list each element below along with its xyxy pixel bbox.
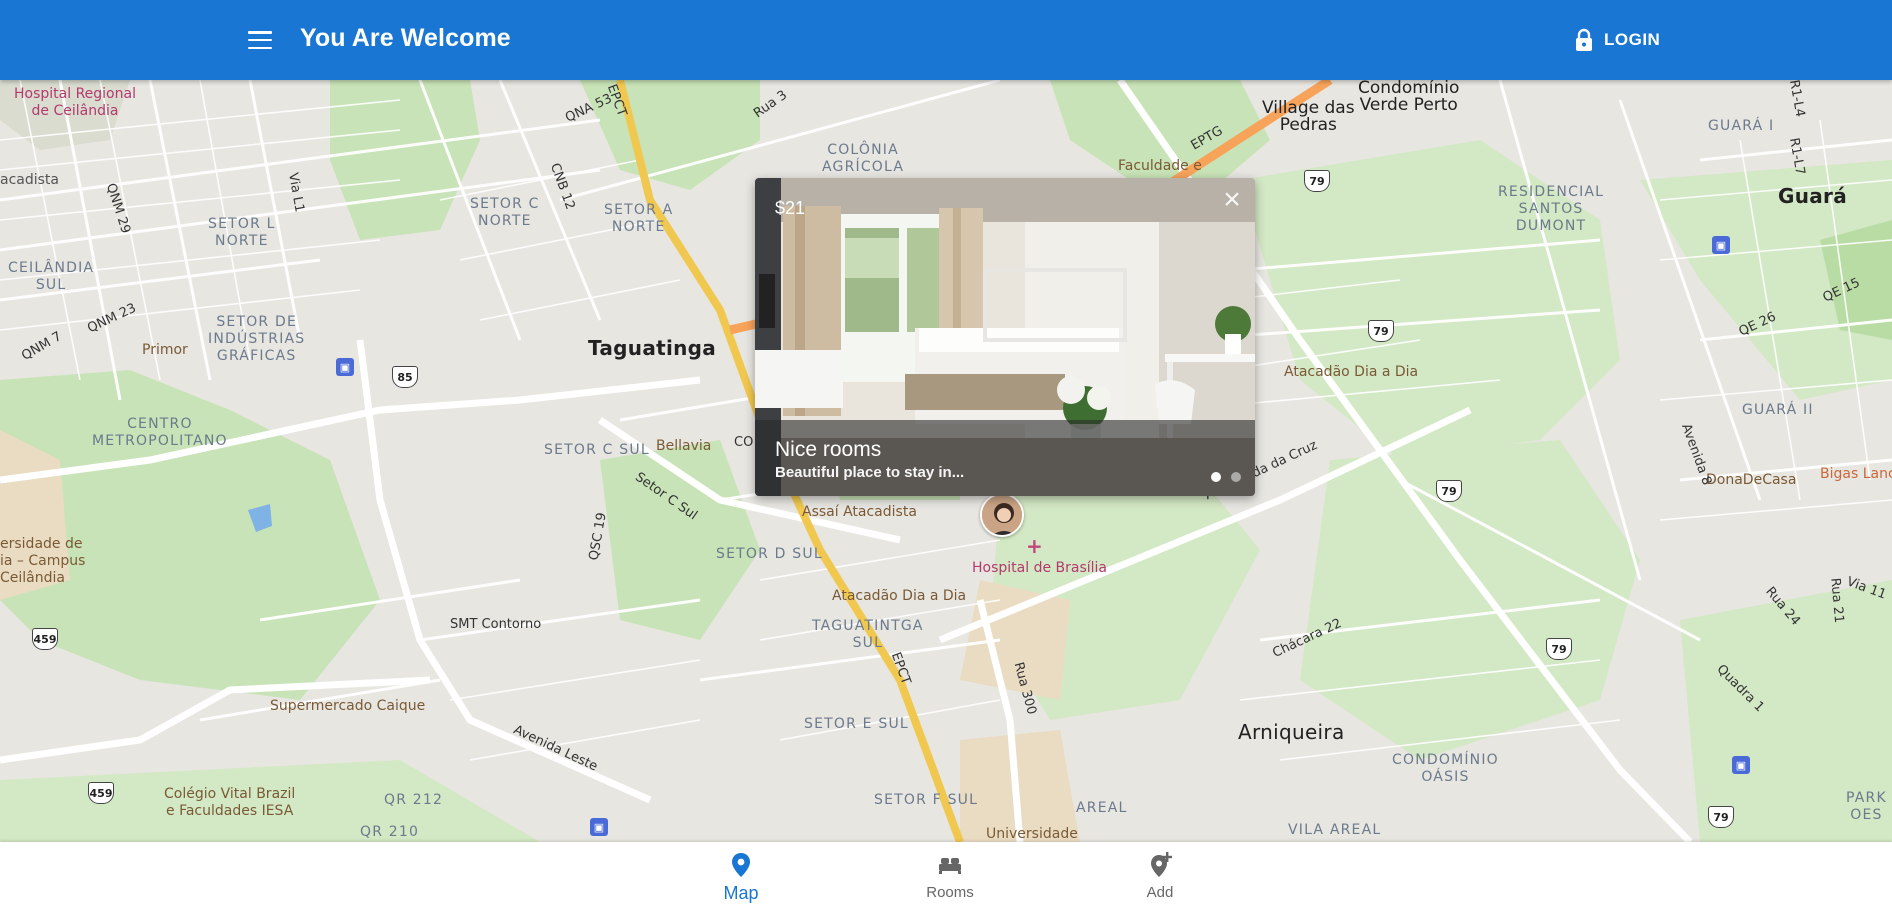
bus-stop-icon: ▣ bbox=[590, 818, 608, 836]
nav-map-label: Map bbox=[723, 883, 759, 903]
add-location-icon bbox=[1151, 852, 1172, 877]
map-label: Taguatinga bbox=[588, 336, 717, 360]
map-label: Hospital de Brasília bbox=[972, 560, 1108, 576]
bottom-navigation: Map Rooms Add bbox=[0, 842, 1892, 906]
route-shield: 79 bbox=[1436, 480, 1462, 502]
map-label: CONDOMÍNIO OÁSIS bbox=[1392, 752, 1499, 785]
map-label: PARK OES bbox=[1846, 790, 1887, 823]
listing-title: Nice rooms bbox=[775, 438, 882, 461]
map-label: Colégio Vital Brazil e Faculdades IESA bbox=[164, 786, 296, 819]
map-label: COLÔNIA AGRÍCOLA bbox=[822, 142, 905, 175]
nav-add-label: Add bbox=[1146, 884, 1174, 901]
route-shield: 79 bbox=[1546, 638, 1572, 660]
map-label: CO bbox=[734, 435, 754, 450]
map-label: RESIDENCIAL SANTOS DUMONT bbox=[1498, 184, 1605, 234]
map-label: GUARÁ II bbox=[1742, 402, 1814, 418]
map-label: Bigas Lanc bbox=[1820, 466, 1892, 482]
route-shield: 85 bbox=[392, 366, 418, 388]
map-label: QR 210 bbox=[360, 824, 420, 840]
bus-stop-icon: ▣ bbox=[1712, 236, 1730, 254]
map-label: SETOR C SUL bbox=[544, 442, 650, 458]
nav-add[interactable]: Add bbox=[1100, 842, 1220, 906]
map-label: SETOR DE INDÚSTRIAS GRÁFICAS bbox=[208, 314, 306, 364]
carousel-dot[interactable] bbox=[1211, 472, 1221, 482]
map-label: SMT Contorno bbox=[450, 617, 542, 632]
map-label: Bellavia bbox=[656, 438, 712, 454]
map-label: Atacadão Dia a Dia bbox=[832, 588, 967, 604]
nav-rooms[interactable]: Rooms bbox=[890, 842, 1010, 906]
route-shield: 79 bbox=[1708, 806, 1734, 828]
route-shield: 459 bbox=[88, 782, 114, 804]
map-label: AREAL bbox=[1076, 800, 1128, 816]
map-label: SETOR E SUL bbox=[804, 716, 909, 732]
listing-popup[interactable]: $21 × Nice rooms Beautiful place to stay… bbox=[755, 178, 1255, 496]
listing-price: $21 bbox=[775, 198, 806, 218]
map-pin-icon bbox=[732, 853, 750, 877]
map-label: SETOR C NORTE bbox=[470, 196, 540, 229]
lock-icon bbox=[1576, 28, 1592, 51]
map-label: CENTRO METROPOLITANO bbox=[92, 416, 228, 449]
menu-icon bbox=[248, 31, 272, 49]
bed-icon bbox=[939, 858, 961, 874]
app-bar: You Are Welcome LOGIN bbox=[0, 0, 1892, 80]
map-label: Village das Pedras bbox=[1262, 98, 1355, 135]
map-label: Supermercado Caique bbox=[270, 698, 426, 714]
map-label: VILA AREAL bbox=[1288, 822, 1382, 838]
map-label: acadista bbox=[0, 172, 59, 188]
map-label: SETOR F SUL bbox=[874, 792, 979, 808]
route-shield: 79 bbox=[1368, 320, 1394, 342]
map-label: SETOR L NORTE bbox=[208, 216, 276, 249]
login-button[interactable]: LOGIN bbox=[1560, 20, 1674, 60]
map-label: SETOR A NORTE bbox=[604, 202, 674, 235]
bus-stop-icon: ▣ bbox=[1732, 756, 1750, 774]
nav-map[interactable]: Map bbox=[681, 842, 801, 906]
hospital-icon: + bbox=[1026, 534, 1043, 558]
map-label: Primor bbox=[142, 342, 188, 358]
map-label: Atacadão Dia a Dia bbox=[1284, 364, 1419, 380]
map-label: Guará bbox=[1778, 184, 1848, 208]
nav-rooms-label: Rooms bbox=[926, 884, 974, 901]
map-label: Faculdade e bbox=[1118, 158, 1202, 174]
app-title: You Are Welcome bbox=[300, 24, 511, 52]
map-label: Assaí Atacadista bbox=[802, 504, 917, 520]
bus-stop-icon: ▣ bbox=[336, 358, 354, 376]
map-label: GUARÁ I bbox=[1708, 118, 1775, 134]
map-label: Hospital Regional de Ceilândia bbox=[14, 86, 136, 119]
listing-subtitle: Beautiful place to stay in... bbox=[775, 464, 965, 481]
login-label: LOGIN bbox=[1604, 30, 1661, 49]
host-avatar-marker[interactable] bbox=[980, 493, 1024, 537]
route-shield: 459 bbox=[32, 628, 58, 650]
map-label: QR 212 bbox=[384, 792, 444, 808]
close-icon: × bbox=[1223, 183, 1241, 216]
map-label: ersidade de ia – Campus Ceilândia bbox=[0, 536, 86, 586]
carousel-dots bbox=[1211, 472, 1241, 482]
menu-button[interactable] bbox=[236, 18, 284, 62]
map-label: Universidade bbox=[986, 826, 1078, 842]
map-label: TAGUATINTGA SUL bbox=[812, 618, 924, 651]
map-label: DonaDeCasa bbox=[1706, 472, 1797, 488]
listing-caption: Nice rooms Beautiful place to stay in... bbox=[755, 420, 1255, 496]
close-button[interactable]: × bbox=[1217, 183, 1247, 216]
map-label: Condomínio Verde Perto bbox=[1358, 80, 1460, 115]
map-label: Arniqueira bbox=[1238, 720, 1345, 744]
map-label: SETOR D SUL bbox=[716, 546, 823, 562]
carousel-dot[interactable] bbox=[1231, 472, 1241, 482]
route-shield: 79 bbox=[1304, 170, 1330, 192]
map-label: CEILÂNDIA SUL bbox=[8, 260, 95, 293]
